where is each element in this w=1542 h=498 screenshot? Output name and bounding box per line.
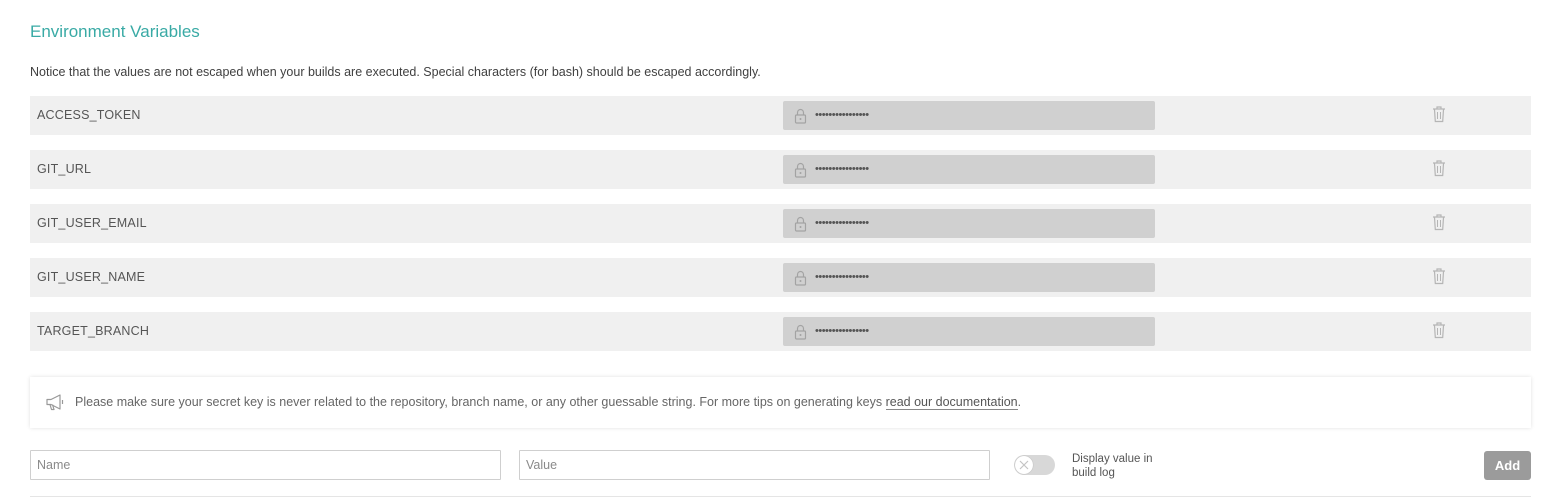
env-var-value: •••••••••••••••• bbox=[783, 155, 1155, 184]
env-var-name: TARGET_BRANCH bbox=[37, 324, 150, 338]
escape-notice: Notice that the values are not escaped w… bbox=[30, 65, 761, 79]
add-button[interactable]: Add bbox=[1484, 451, 1531, 480]
tip-message: Please make sure your secret key is neve… bbox=[75, 395, 886, 409]
env-var-value: •••••••••••••••• bbox=[783, 101, 1155, 130]
env-var-list: ACCESS_TOKEN •••••••••••••••• GIT_URL ••… bbox=[30, 96, 1531, 366]
masked-value: •••••••••••••••• bbox=[815, 217, 869, 229]
trash-icon[interactable] bbox=[1432, 159, 1446, 177]
env-var-value: •••••••••••••••• bbox=[783, 209, 1155, 238]
value-input[interactable] bbox=[519, 450, 990, 480]
trash-icon[interactable] bbox=[1432, 105, 1446, 123]
env-var-row: GIT_USER_EMAIL •••••••••••••••• bbox=[30, 204, 1531, 243]
trash-icon[interactable] bbox=[1432, 213, 1446, 231]
masked-value: •••••••••••••••• bbox=[815, 271, 869, 283]
close-icon bbox=[1019, 460, 1029, 470]
tip-suffix: . bbox=[1017, 395, 1022, 409]
lock-icon bbox=[794, 324, 807, 340]
env-var-row: ACCESS_TOKEN •••••••••••••••• bbox=[30, 96, 1531, 135]
trash-icon[interactable] bbox=[1432, 267, 1446, 285]
env-var-value: •••••••••••••••• bbox=[783, 263, 1155, 292]
trash-icon[interactable] bbox=[1432, 321, 1446, 339]
env-var-name: ACCESS_TOKEN bbox=[37, 108, 141, 122]
display-value-label: Display value in build log bbox=[1072, 453, 1153, 479]
megaphone-icon bbox=[46, 394, 64, 411]
lock-icon bbox=[794, 162, 807, 178]
env-var-name: GIT_USER_EMAIL bbox=[37, 216, 147, 230]
name-input[interactable] bbox=[30, 450, 501, 480]
env-var-row: TARGET_BRANCH •••••••••••••••• bbox=[30, 312, 1531, 351]
lock-icon bbox=[794, 108, 807, 124]
env-var-name: GIT_URL bbox=[37, 162, 92, 176]
lock-icon bbox=[794, 270, 807, 286]
security-tip-box: Please make sure your secret key is neve… bbox=[30, 377, 1531, 428]
lock-icon bbox=[794, 216, 807, 232]
divider bbox=[30, 496, 1531, 497]
security-tip-text: Please make sure your secret key is neve… bbox=[75, 377, 1021, 428]
display-value-toggle[interactable] bbox=[1014, 455, 1055, 475]
env-var-row: GIT_URL •••••••••••••••• bbox=[30, 150, 1531, 189]
masked-value: •••••••••••••••• bbox=[815, 325, 869, 337]
masked-value: •••••••••••••••• bbox=[815, 163, 869, 175]
env-var-value: •••••••••••••••• bbox=[783, 317, 1155, 346]
documentation-link[interactable]: read our documentation bbox=[885, 395, 1018, 410]
env-var-name: GIT_USER_NAME bbox=[37, 270, 146, 284]
env-var-row: GIT_USER_NAME •••••••••••••••• bbox=[30, 258, 1531, 297]
toggle-knob bbox=[1015, 456, 1033, 474]
masked-value: •••••••••••••••• bbox=[815, 109, 869, 121]
section-title: Environment Variables bbox=[30, 22, 200, 41]
